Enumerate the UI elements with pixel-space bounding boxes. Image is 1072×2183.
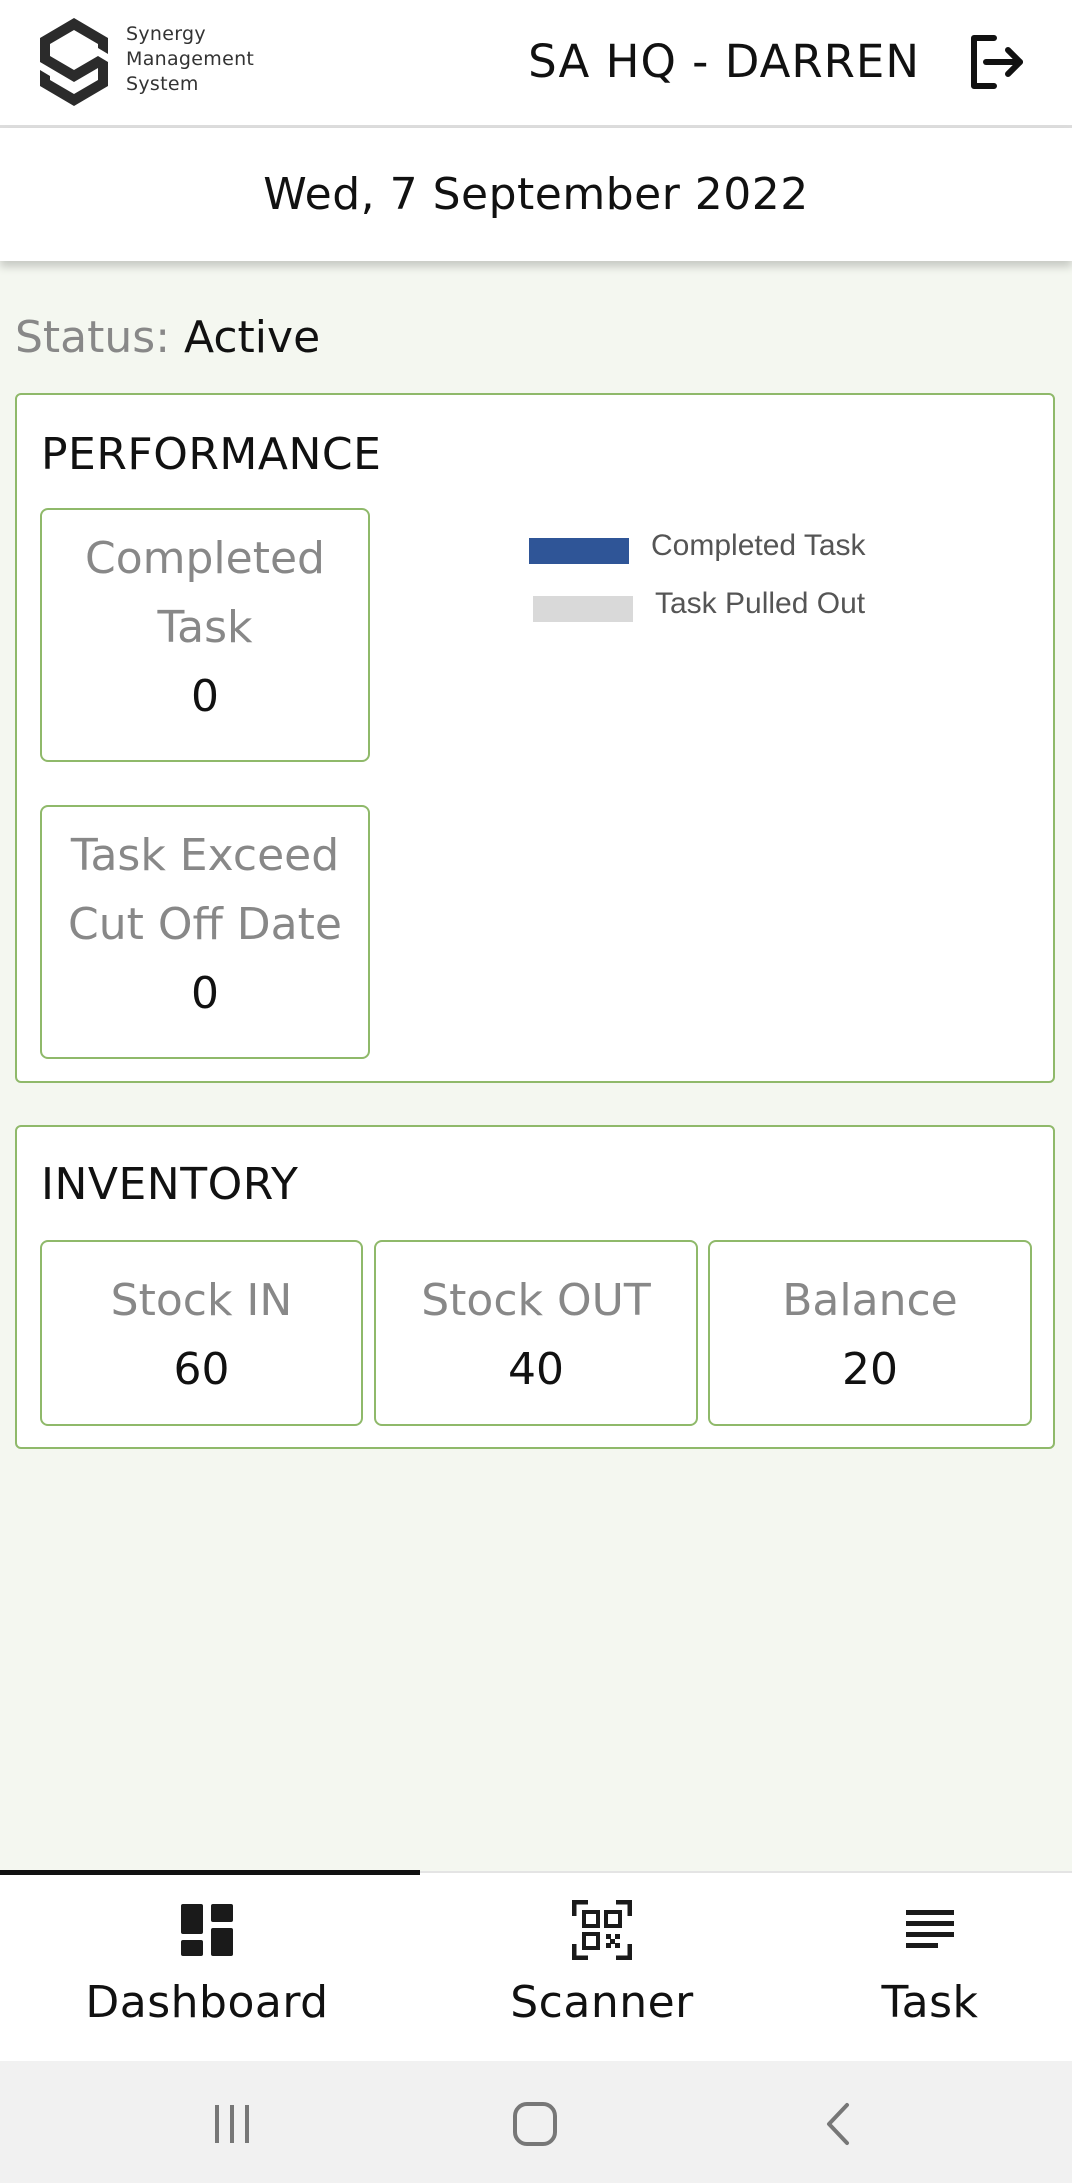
recent-apps-icon[interactable] [207, 2099, 257, 2149]
back-icon[interactable] [813, 2099, 863, 2149]
tab-scanner-label: Scanner [510, 1977, 694, 2028]
qr-code-icon [572, 1900, 632, 1960]
stock-in-label: Stock IN [110, 1275, 293, 1326]
status-label: Status: [15, 312, 171, 363]
legend-label-pulled-out: Task Pulled Out [655, 587, 866, 620]
user-title: SA HQ - DARREN [528, 35, 920, 88]
legend-swatch-completed [529, 538, 629, 564]
completed-task-label-line-1: Completed [85, 533, 325, 584]
task-exceed-value: 0 [191, 968, 219, 1019]
stock-in-box: Stock IN 60 [40, 1240, 363, 1426]
stock-out-label: Stock OUT [421, 1275, 651, 1326]
performance-card: PERFORMANCE Completed Task 0 Task Exceed… [15, 393, 1055, 1083]
inventory-title: INVENTORY [41, 1159, 299, 1210]
logo-line-1: Synergy [126, 23, 206, 45]
date-bar: Wed, 7 September 2022 [0, 128, 1072, 261]
task-exceed-label-line-2: Cut Off Date [68, 899, 342, 950]
completed-task-label-line-2: Task [157, 602, 253, 653]
status-value: Active [184, 312, 321, 363]
legend-swatch-pulled-out [533, 596, 633, 622]
task-exceed-cutoff-box: Task Exceed Cut Off Date 0 [40, 805, 370, 1059]
task-exceed-label-line-1: Task Exceed [70, 830, 340, 881]
bottom-navigation: Dashboard Scanner Task [0, 1870, 1072, 2061]
stock-out-value: 40 [508, 1344, 564, 1395]
list-icon [906, 1910, 954, 1948]
balance-value: 20 [842, 1344, 898, 1395]
logo-line-3: System [126, 73, 199, 95]
legend-label-completed: Completed Task [651, 529, 866, 562]
synergy-logo [40, 18, 108, 106]
tab-scanner[interactable]: Scanner [402, 1873, 802, 2061]
stock-out-box: Stock OUT 40 [374, 1240, 698, 1426]
balance-box: Balance 20 [708, 1240, 1032, 1426]
tab-task-label: Task [881, 1977, 979, 2028]
stock-in-value: 60 [173, 1344, 230, 1395]
android-system-bar [0, 2061, 1072, 2183]
completed-task-box: Completed Task 0 [40, 508, 370, 762]
tab-dashboard[interactable]: Dashboard [0, 1873, 414, 2061]
tab-dashboard-label: Dashboard [85, 1977, 329, 2028]
logo-line-2: Management [126, 48, 255, 70]
app-header: Synergy Management System SA HQ - DARREN [0, 0, 1072, 128]
current-date: Wed, 7 September 2022 [263, 169, 809, 220]
home-icon[interactable] [510, 2099, 560, 2149]
logo-text: Synergy Management System [126, 22, 254, 97]
logout-icon[interactable] [964, 30, 1028, 94]
inventory-card: INVENTORY Stock IN 60 Stock OUT 40 Balan… [15, 1125, 1055, 1449]
tab-task[interactable]: Task [830, 1873, 1030, 2061]
status-line: Status: Active [15, 308, 320, 368]
dashboard-icon [181, 1904, 233, 1956]
performance-title: PERFORMANCE [41, 429, 382, 480]
balance-label: Balance [782, 1275, 958, 1326]
completed-task-value: 0 [191, 671, 219, 722]
